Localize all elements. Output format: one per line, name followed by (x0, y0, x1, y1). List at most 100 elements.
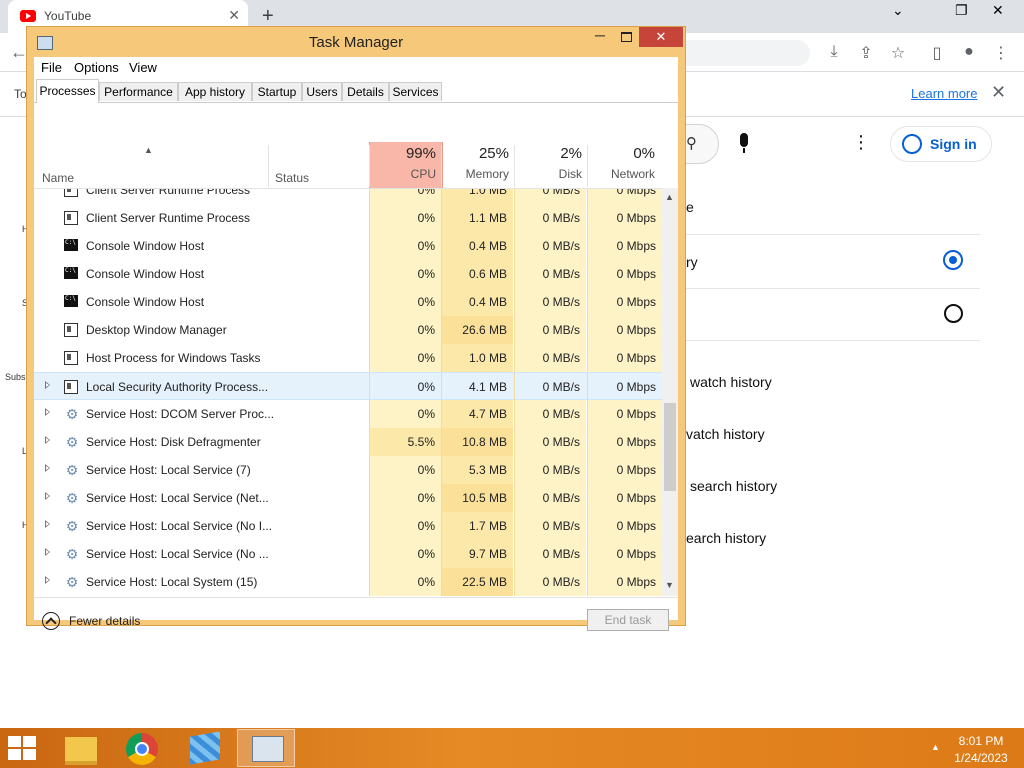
column-header-status[interactable]: Status (275, 171, 309, 185)
process-window-icon (64, 351, 78, 365)
fewer-details-link[interactable]: Fewer details (69, 614, 140, 628)
table-row[interactable]: ⚙ Service Host: Local Service (Net... 0% 10… (34, 484, 662, 512)
tab-performance[interactable]: Performance (99, 82, 178, 101)
youtube-option-text[interactable]: watch history (690, 374, 772, 390)
tab-processes[interactable]: Processes (36, 79, 99, 103)
tab-users[interactable]: Users (302, 82, 342, 101)
start-windows-icon[interactable] (8, 736, 38, 760)
tab-search-chevron-icon[interactable]: ⌄ (892, 2, 904, 19)
table-row[interactable]: Console Window Host 0%0.4 MB0 MB/s0 Mbps (34, 232, 662, 260)
microphone-icon[interactable] (740, 133, 748, 153)
column-header-cpu[interactable]: CPU (364, 167, 436, 181)
expand-chevron-icon[interactable] (45, 381, 50, 389)
disk-cell: 0 MB/s (514, 456, 586, 484)
window-close-button[interactable]: ✕ (992, 2, 1004, 19)
address-bar[interactable] (680, 40, 810, 66)
new-tab-button[interactable]: + (262, 5, 274, 28)
expand-chevron-icon[interactable] (45, 436, 50, 444)
bookmark-star-icon[interactable]: ☆ (888, 43, 908, 63)
expand-chevron-icon[interactable] (45, 520, 50, 528)
minimize-button[interactable]: ─ (587, 27, 613, 47)
clock-date[interactable]: 1/24/2023 (945, 751, 1017, 765)
table-row[interactable]: ⚙ Service Host: Local Service (7) 0% 5.3 MB… (34, 456, 662, 484)
table-row[interactable]: Console Window Host 0%0.6 MB0 MB/s0 Mbps (34, 260, 662, 288)
chrome-menu-icon[interactable]: ⋮ (991, 43, 1011, 63)
column-header-disk[interactable]: Disk (510, 167, 582, 181)
network-cell: 0 Mbps (587, 189, 662, 204)
tab-startup[interactable]: Startup (252, 82, 302, 101)
disk-cell: 0 MB/s (514, 189, 586, 204)
expand-chevron-icon[interactable] (45, 408, 50, 416)
network-cell: 0 Mbps (587, 400, 662, 428)
expand-chevron-icon[interactable] (45, 548, 50, 556)
column-header-name[interactable]: Name (42, 171, 74, 185)
expand-chevron-icon[interactable] (45, 492, 50, 500)
menu-view[interactable]: View (129, 60, 157, 75)
scroll-down-arrow-icon[interactable]: ▼ (665, 580, 674, 590)
process-list[interactable]: Client Server Runtime Process 0% 1.0 MB 0 M… (34, 188, 662, 597)
table-row[interactable]: Host Process for Windows Tasks 0% 1.0 MB 0 … (34, 344, 662, 372)
process-name: Client Server Runtime Process (86, 211, 251, 225)
expand-chevron-icon[interactable] (45, 576, 50, 584)
table-row[interactable]: Client Server Runtime Process 0% 1.0 MB 0 M… (34, 189, 662, 204)
table-row[interactable]: ⚙ Service Host: Local Service (No I... 0% 1… (34, 512, 662, 540)
process-window-icon (64, 380, 78, 394)
share-icon[interactable]: ⇪ (856, 43, 876, 63)
network-cell: 0 Mbps (587, 232, 662, 260)
cpu-cell: 0% (369, 316, 441, 344)
maximize-button[interactable] (613, 27, 639, 47)
table-row[interactable]: Client Server Runtime Process 0% 1.1 MB 0 M… (34, 204, 662, 232)
cpu-cell: 0% (369, 373, 441, 401)
youtube-menu-dots-icon[interactable]: ⋮ (852, 132, 870, 153)
clock-time[interactable]: 8:01 PM (945, 734, 1017, 748)
download-icon[interactable]: ⤓ (824, 43, 844, 61)
youtube-option-text[interactable]: earch history (686, 530, 766, 546)
end-task-button[interactable]: End task (587, 609, 669, 631)
scrollbar-thumb[interactable] (664, 403, 676, 491)
tab-app-history[interactable]: App history (178, 82, 252, 101)
side-panel-icon[interactable]: ▯ (927, 43, 947, 63)
youtube-option-text[interactable]: vatch history (686, 426, 765, 442)
sign-in-button[interactable]: Sign in (890, 126, 992, 162)
youtube-icon (20, 10, 36, 22)
learn-more-link[interactable]: Learn more (911, 86, 977, 101)
infobar-close-icon[interactable]: ✕ (991, 82, 1006, 103)
gear-icon: ⚙ (65, 462, 79, 478)
youtube-option-text[interactable]: search history (690, 478, 777, 494)
table-row[interactable]: Desktop Window Manager 0% 26.6 MB 0 MB/s 0 M… (34, 316, 662, 344)
tray-overflow-icon[interactable]: ▲ (931, 742, 940, 752)
window-restore-button[interactable]: ❐ (955, 2, 968, 19)
gear-icon: ⚙ (65, 518, 79, 534)
task-manager-titlebar[interactable]: Task Manager ─ ✕ (27, 27, 685, 57)
tab-details[interactable]: Details (342, 82, 389, 101)
radio-selected[interactable] (943, 250, 963, 270)
table-row[interactable]: ⚙ Service Host: Local Service (No ... 0% 9.… (34, 540, 662, 568)
memory-cell: 1.7 MB (441, 512, 513, 540)
column-header-memory[interactable]: Memory (437, 167, 509, 181)
memory-cell: 5.3 MB (441, 456, 513, 484)
menu-options[interactable]: Options (74, 60, 119, 75)
table-row[interactable]: Local Security Authority Process... 0% 4.1… (34, 372, 662, 401)
column-divider[interactable] (268, 145, 269, 187)
table-row[interactable]: Console Window Host 0%0.4 MB0 MB/s0 Mbps (34, 288, 662, 316)
disk-cell: 0 MB/s (514, 568, 586, 596)
scroll-up-arrow-icon[interactable]: ▲ (665, 192, 674, 202)
divider (686, 234, 980, 235)
column-header-network[interactable]: Network (583, 167, 655, 181)
expand-chevron-icon[interactable] (45, 464, 50, 472)
table-row[interactable]: ⚙ Service Host: DCOM Server Proc... 0% 4.7 … (34, 400, 662, 428)
radio-unselected[interactable] (944, 304, 963, 323)
memory-cell: 4.1 MB (441, 373, 513, 401)
process-window-icon (64, 211, 78, 225)
memory-cell: 26.6 MB (441, 316, 513, 344)
tab-close-icon[interactable]: ✕ (228, 7, 240, 24)
chevron-up-circle-icon[interactable] (42, 612, 60, 630)
close-button[interactable]: ✕ (639, 27, 683, 47)
memory-cell: 10.8 MB (441, 428, 513, 456)
table-row[interactable]: ⚙ Service Host: Local System (15) 0% 22.5 M… (34, 568, 662, 596)
profile-avatar-icon[interactable]: ● (959, 43, 979, 61)
vertical-scrollbar[interactable]: ▲ ▼ (662, 188, 678, 596)
tab-services[interactable]: Services (389, 82, 442, 101)
menu-file[interactable]: File (41, 60, 62, 75)
table-row[interactable]: ⚙ Service Host: Disk Defragmenter 5.5% 10.8… (34, 428, 662, 456)
